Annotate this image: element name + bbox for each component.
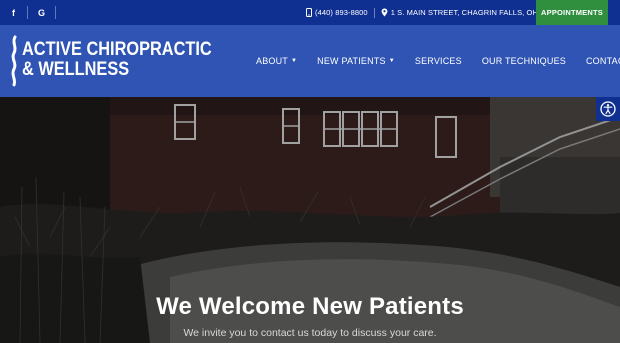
top-bar: f G (440) 893-8800 1 S. MAIN STREET, CHA… xyxy=(0,0,620,25)
nav-new-patients[interactable]: NEW PATIENTS ▼ xyxy=(317,56,395,66)
main-nav: ABOUT ▼ NEW PATIENTS ▼ SERVICES OUR TECH… xyxy=(256,25,620,97)
accessibility-icon xyxy=(600,101,616,117)
phone-link[interactable]: (440) 893-8800 xyxy=(306,8,368,17)
facebook-icon[interactable]: f xyxy=(0,0,27,25)
nav-services[interactable]: SERVICES xyxy=(415,56,462,66)
phone-number: (440) 893-8800 xyxy=(315,8,368,17)
google-icon[interactable]: G xyxy=(28,0,55,25)
hero-banner: We Welcome New Patients We invite you to… xyxy=(0,97,620,343)
caret-down-icon: ▼ xyxy=(291,58,298,64)
address-link[interactable]: 1 S. MAIN STREET, CHAGRIN FALLS, OH xyxy=(381,8,538,17)
nav-our-techniques[interactable]: OUR TECHNIQUES xyxy=(482,56,566,66)
nav-services-label: SERVICES xyxy=(414,56,462,66)
appointments-button[interactable]: APPOINTMENTS xyxy=(536,0,608,25)
map-pin-icon xyxy=(381,8,388,17)
nav-our-techniques-label: OUR TECHNIQUES xyxy=(481,56,566,66)
info-divider xyxy=(373,7,375,18)
phone-icon xyxy=(306,8,312,17)
accessibility-button[interactable] xyxy=(596,97,620,121)
hero-subtitle: We invite you to contact us today to dis… xyxy=(183,327,437,339)
nav-contact[interactable]: CONTACT xyxy=(586,56,620,66)
logo-line-1: ACTIVE CHIROPRACTIC xyxy=(22,39,212,60)
social-divider xyxy=(55,6,56,19)
address-text: 1 S. MAIN STREET, CHAGRIN FALLS, OH xyxy=(390,8,538,17)
spine-logo-icon xyxy=(11,35,17,87)
nav-about-label: ABOUT xyxy=(256,56,289,66)
contact-info: (440) 893-8800 1 S. MAIN STREET, CHAGRIN… xyxy=(306,0,538,25)
nav-about[interactable]: ABOUT ▼ xyxy=(256,56,297,66)
caret-down-icon: ▼ xyxy=(388,58,395,64)
logo-line-2: & WELLNESS xyxy=(22,59,130,80)
nav-new-patients-label: NEW PATIENTS xyxy=(317,56,386,66)
site-logo[interactable]: ACTIVE CHIROPRACTIC & WELLNESS xyxy=(8,33,212,91)
nav-contact-label: CONTACT xyxy=(585,56,620,66)
social-links: f G xyxy=(0,0,56,25)
hero-title: We Welcome New Patients xyxy=(156,293,464,320)
